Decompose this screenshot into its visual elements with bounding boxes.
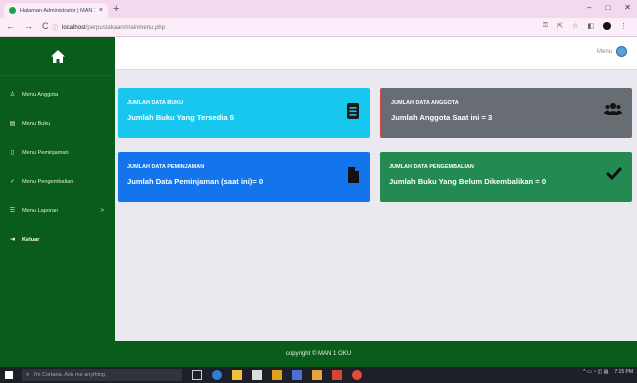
file-icon: ▯ bbox=[10, 150, 15, 156]
card-jumlah-pengembalian: JUMLAH DATA PENGEMBALIAN Jumlah Buku Yan… bbox=[380, 152, 632, 202]
sidebar: ♙ Menu Anggota ▤ Menu Buku ▯ Menu Peminj… bbox=[0, 37, 115, 367]
forward-button[interactable]: → bbox=[24, 21, 33, 31]
user-menu[interactable]: Menu bbox=[597, 46, 627, 57]
close-window-button[interactable]: ✕ bbox=[624, 3, 631, 12]
search-icon: ○ bbox=[26, 372, 30, 378]
nav-buttons: ← → C bbox=[6, 21, 49, 31]
system-tray: ^ ▭ ◔ ◫ ▤ 7:15 PM bbox=[583, 369, 633, 375]
info-icon: ⓘ bbox=[52, 26, 59, 32]
book-icon bbox=[346, 102, 360, 122]
close-tab-icon[interactable]: × bbox=[99, 7, 103, 14]
sidebar-item-label: Menu Buku bbox=[22, 120, 51, 127]
home-icon[interactable] bbox=[0, 37, 115, 76]
sidebar-item-buku[interactable]: ▤ Menu Buku bbox=[0, 109, 115, 138]
sidebar-item-anggota[interactable]: ♙ Menu Anggota bbox=[0, 80, 115, 109]
extensions-icon[interactable]: ◧ bbox=[587, 22, 594, 30]
favicon-icon bbox=[9, 7, 16, 14]
key-icon[interactable]: ⚿ bbox=[543, 22, 548, 30]
sidebar-item-label: Menu Laporan bbox=[22, 207, 59, 214]
app-icon[interactable] bbox=[292, 370, 302, 380]
window-controls: – □ ✕ bbox=[587, 3, 631, 12]
url-field[interactable]: ⓘ localhost/perpustakaan/mainmenu.php bbox=[52, 21, 432, 34]
tray-icons[interactable]: ^ ▭ ◔ ◫ ▤ bbox=[583, 369, 608, 375]
check-icon: ✓ bbox=[9, 179, 16, 185]
list-icon: ☰ bbox=[9, 208, 16, 214]
card-text: Jumlah Anggota Saat ini = 3 bbox=[391, 113, 493, 122]
sidebar-item-pengembalian[interactable]: ✓ Menu Pengembalian bbox=[0, 167, 115, 196]
tab-title: Halaman Administrator | MAN 1 bbox=[20, 7, 95, 14]
url-path: /perpustakaan/mainmenu.php bbox=[85, 24, 166, 31]
clock[interactable]: 7:15 PM bbox=[614, 369, 633, 375]
url-host: localhost bbox=[62, 24, 86, 31]
taskbar: ○ I'm Cortana. Ask me anything. ^ ▭ ◔ ◫ … bbox=[0, 367, 637, 383]
copyright-text: copyright © MAN 1 OKU bbox=[285, 351, 352, 357]
chrome-icon[interactable] bbox=[352, 370, 362, 380]
taskbar-apps bbox=[192, 370, 362, 380]
new-tab-button[interactable]: + bbox=[113, 3, 119, 15]
card-jumlah-anggota: JUMLAH DATA ANGGOTA Jumlah Anggota Saat … bbox=[380, 88, 632, 138]
search-placeholder: I'm Cortana. Ask me anything. bbox=[33, 372, 107, 378]
file-icon bbox=[347, 166, 360, 186]
chevron-right-icon: > bbox=[100, 207, 104, 214]
sidebar-item-laporan[interactable]: ☰ Menu Laporan > bbox=[0, 196, 115, 225]
card-text: Jumlah Data Peminjaman (saat ini)= 0 bbox=[127, 177, 264, 186]
card-jumlah-buku: JUMLAH DATA BUKU Jumlah Buku Yang Tersed… bbox=[118, 88, 370, 138]
more-menu-icon[interactable]: ⋮ bbox=[620, 22, 627, 30]
minimize-button[interactable]: – bbox=[587, 3, 591, 12]
users-icon bbox=[604, 102, 622, 118]
browser-toolbar-icons: ⚿ ⇱ ☆ ◧ ⋮ bbox=[543, 22, 627, 30]
sidebar-item-label: Menu Peminjaman bbox=[22, 149, 69, 156]
top-header: Menu bbox=[115, 37, 637, 70]
book-icon: ▤ bbox=[9, 121, 16, 127]
maximize-button[interactable]: □ bbox=[605, 3, 610, 12]
sidebar-item-label: Menu Pengembalian bbox=[22, 178, 74, 185]
card-text: Jumlah Buku Yang Tersedia 5 bbox=[127, 113, 234, 122]
app-icon[interactable] bbox=[312, 370, 322, 380]
card-label: JUMLAH DATA BUKU bbox=[127, 100, 184, 106]
star-icon[interactable]: ☆ bbox=[572, 22, 578, 30]
windows-start-icon[interactable] bbox=[5, 371, 13, 379]
user-icon: ♙ bbox=[9, 92, 16, 98]
avatar bbox=[616, 46, 627, 57]
card-label: JUMLAH DATA PEMINJAMAN bbox=[127, 164, 205, 170]
reload-button[interactable]: C bbox=[42, 21, 49, 31]
check-icon bbox=[605, 166, 623, 182]
store-icon[interactable] bbox=[252, 370, 262, 380]
browser-tab-bar: Halaman Administrator | MAN 1 × + – □ ✕ bbox=[0, 0, 637, 18]
cortana-search-input[interactable]: ○ I'm Cortana. Ask me anything. bbox=[22, 369, 182, 381]
card-jumlah-peminjaman: JUMLAH DATA PEMINJAMAN Jumlah Data Pemin… bbox=[118, 152, 370, 202]
logout-icon: ⇥ bbox=[9, 237, 16, 243]
user-menu-label: Menu bbox=[596, 48, 612, 55]
card-label: JUMLAH DATA PENGEMBALIAN bbox=[389, 164, 474, 170]
app-icon[interactable] bbox=[272, 370, 282, 380]
profile-avatar-icon[interactable] bbox=[603, 22, 611, 30]
card-text: Jumlah Buku Yang Belum Dikembalikan = 0 bbox=[389, 177, 547, 186]
sidebar-item-keluar[interactable]: ⇥ Keluar bbox=[0, 225, 115, 254]
sidebar-menu: ♙ Menu Anggota ▤ Menu Buku ▯ Menu Peminj… bbox=[0, 76, 115, 254]
edge-icon[interactable] bbox=[212, 370, 222, 380]
file-explorer-icon[interactable] bbox=[232, 370, 242, 380]
back-button[interactable]: ← bbox=[6, 21, 15, 31]
task-view-icon[interactable] bbox=[192, 370, 202, 380]
share-icon[interactable]: ⇱ bbox=[557, 22, 563, 30]
card-label: JUMLAH DATA ANGGOTA bbox=[391, 100, 459, 106]
browser-tab[interactable]: Halaman Administrator | MAN 1 × bbox=[4, 3, 108, 18]
address-bar: ← → C ⓘ localhost/perpustakaan/mainmenu.… bbox=[0, 18, 637, 37]
sidebar-item-label: Keluar bbox=[22, 236, 40, 243]
sidebar-item-label: Menu Anggota bbox=[22, 91, 59, 98]
app-icon[interactable] bbox=[332, 370, 342, 380]
footer: copyright © MAN 1 OKU bbox=[0, 341, 637, 367]
sidebar-item-peminjaman[interactable]: ▯ Menu Peminjaman bbox=[0, 138, 115, 167]
